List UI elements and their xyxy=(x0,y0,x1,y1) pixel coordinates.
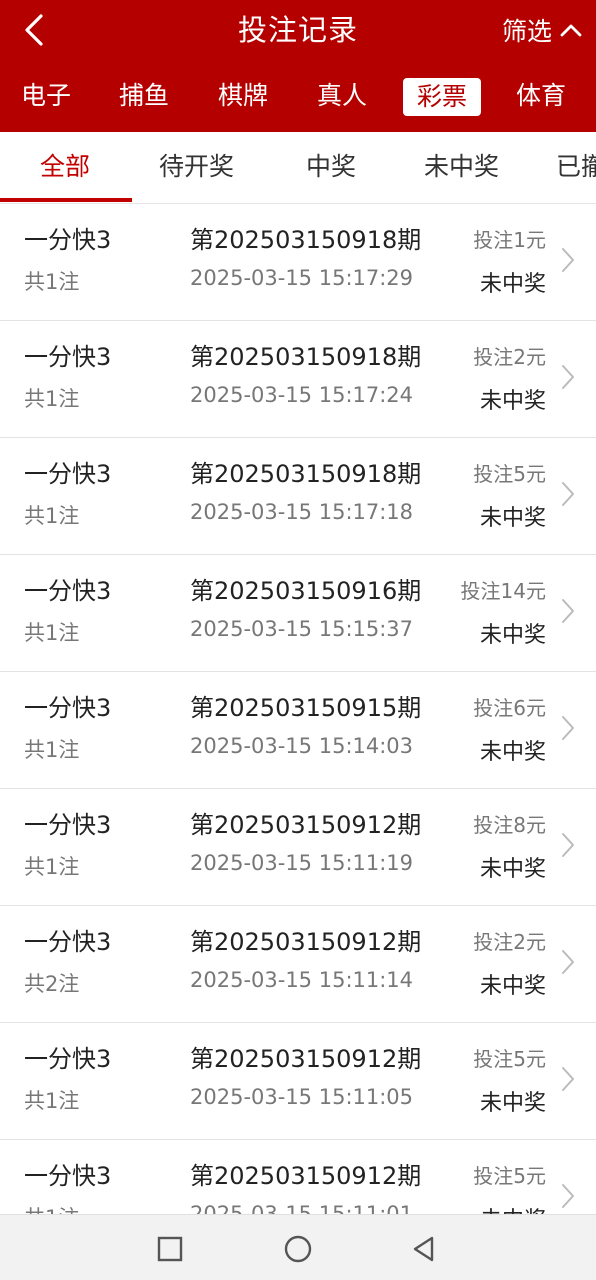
bet-amount: 投注5元 xyxy=(473,1047,546,1071)
category-lottery[interactable]: 彩票 xyxy=(403,78,481,116)
chevron-up-icon xyxy=(560,24,582,37)
record-row[interactable]: 一分快3 共1注 第202503150915期 2025-03-15 15:14… xyxy=(0,672,596,789)
result-status: 未中奖 xyxy=(479,389,546,414)
bet-count: 共1注 xyxy=(24,621,80,645)
chevron-right-icon xyxy=(562,716,574,740)
result-status: 未中奖 xyxy=(479,1091,546,1116)
game-name: 一分快3 xyxy=(24,460,112,488)
bet-time: 2025-03-15 15:11:14 xyxy=(190,968,414,992)
bet-amount: 投注1元 xyxy=(473,228,546,252)
bet-count: 共2注 xyxy=(24,972,80,996)
chevron-right-icon xyxy=(562,1067,574,1091)
filter-button[interactable]: 筛选 xyxy=(502,8,582,52)
game-name: 一分快3 xyxy=(24,811,112,839)
record-list: 一分快3 共1注 第202503150918期 2025-03-15 15:17… xyxy=(0,204,596,1214)
chevron-right-icon xyxy=(562,365,574,389)
bet-amount: 投注5元 xyxy=(473,462,546,486)
bet-time: 2025-03-15 15:15:37 xyxy=(190,617,414,641)
tab-all[interactable]: 全部 xyxy=(40,132,90,202)
bet-amount: 投注2元 xyxy=(473,930,546,954)
result-status: 未中奖 xyxy=(479,272,546,297)
bet-amount: 投注14元 xyxy=(460,579,546,603)
record-row[interactable]: 一分快3 共1注 第202503150912期 2025-03-15 15:11… xyxy=(0,1023,596,1140)
record-row[interactable]: 一分快3 共1注 第202503150918期 2025-03-15 15:17… xyxy=(0,204,596,321)
system-navigation-bar xyxy=(0,1214,596,1280)
record-row[interactable]: 一分快3 共2注 第202503150912期 2025-03-15 15:11… xyxy=(0,906,596,1023)
chevron-right-icon xyxy=(562,1184,574,1208)
chevron-right-icon xyxy=(562,248,574,272)
game-name: 一分快3 xyxy=(24,226,112,254)
result-status: 未中奖 xyxy=(480,1202,546,1214)
issue-number: 第202503150912期 xyxy=(190,1045,422,1073)
record-row[interactable]: 一分快3 共1注 第202503150916期 2025-03-15 15:15… xyxy=(0,555,596,672)
issue-number: 第202503150915期 xyxy=(190,694,422,722)
bet-amount: 投注8元 xyxy=(473,813,546,837)
status-tabs: 全部 待开奖 中奖 未中奖 已撤 xyxy=(0,132,596,204)
game-name: 一分快3 xyxy=(24,928,112,956)
result-status: 未中奖 xyxy=(479,740,546,765)
bet-time: 2025-03-15 15:11:19 xyxy=(190,851,414,875)
game-name: 一分快3 xyxy=(24,1162,112,1190)
category-chess-cards[interactable]: 棋牌 xyxy=(215,76,271,116)
result-status: 未中奖 xyxy=(479,974,546,999)
active-tab-indicator xyxy=(0,198,132,202)
bet-amount: 投注5元 xyxy=(473,1164,546,1188)
filter-label: 筛选 xyxy=(501,17,552,46)
issue-number: 第202503150918期 xyxy=(190,460,422,488)
issue-number: 第202503150918期 xyxy=(190,343,422,371)
issue-number: 第202503150912期 xyxy=(190,811,422,839)
category-bar: 电子 捕鱼 棋牌 真人 彩票 体育 xyxy=(0,76,596,120)
record-row[interactable]: 一分快3 共1注 第202503150918期 2025-03-15 15:17… xyxy=(0,438,596,555)
chevron-right-icon xyxy=(562,482,574,506)
bet-amount: 投注6元 xyxy=(473,696,546,720)
chevron-right-icon xyxy=(562,950,574,974)
result-status: 未中奖 xyxy=(479,623,546,648)
bet-count: 共1注 xyxy=(24,504,80,528)
bet-time: 2025-03-15 15:11:01 xyxy=(190,1202,414,1214)
chevron-right-icon xyxy=(562,833,574,857)
nav-back-button[interactable] xyxy=(404,1229,444,1269)
record-row[interactable]: 一分快3 共1注 第202503150912期 2025-03-15 15:11… xyxy=(0,1140,596,1214)
tab-lost[interactable]: 未中奖 xyxy=(424,132,499,202)
game-name: 一分快3 xyxy=(24,1045,112,1073)
home-button[interactable] xyxy=(278,1229,318,1269)
category-sports[interactable]: 体育 xyxy=(513,76,569,116)
tab-won[interactable]: 中奖 xyxy=(306,132,356,202)
issue-number: 第202503150912期 xyxy=(190,928,422,956)
tab-pending[interactable]: 待开奖 xyxy=(159,132,234,202)
app-header: 投注记录 筛选 电子 捕鱼 棋牌 真人 彩票 体育 xyxy=(0,0,596,132)
category-electronic[interactable]: 电子 xyxy=(18,76,74,116)
bet-count: 共1注 xyxy=(24,855,80,879)
tab-cancelled[interactable]: 已撤 xyxy=(556,132,596,202)
bet-count: 共1注 xyxy=(24,1089,80,1113)
result-status: 未中奖 xyxy=(479,857,546,882)
triangle-back-icon xyxy=(413,1236,434,1262)
category-fishing[interactable]: 捕鱼 xyxy=(116,76,172,116)
game-name: 一分快3 xyxy=(24,343,112,371)
result-status: 未中奖 xyxy=(479,506,546,531)
bet-time: 2025-03-15 15:14:03 xyxy=(190,734,414,758)
record-row[interactable]: 一分快3 共1注 第202503150912期 2025-03-15 15:11… xyxy=(0,789,596,906)
issue-number: 第202503150916期 xyxy=(190,577,422,605)
chevron-right-icon xyxy=(562,599,574,623)
title-bar: 投注记录 筛选 xyxy=(0,0,596,60)
bet-count: 共1注 xyxy=(24,270,80,294)
record-row[interactable]: 一分快3 共1注 第202503150918期 2025-03-15 15:17… xyxy=(0,321,596,438)
bet-count: 共1注 xyxy=(24,1202,79,1214)
bet-time: 2025-03-15 15:17:18 xyxy=(190,500,414,524)
bet-time: 2025-03-15 15:11:05 xyxy=(190,1085,414,1109)
game-name: 一分快3 xyxy=(24,694,112,722)
game-name: 一分快3 xyxy=(24,577,112,605)
bet-amount: 投注2元 xyxy=(473,345,546,369)
issue-number: 第202503150912期 xyxy=(190,1162,422,1190)
bet-time: 2025-03-15 15:17:29 xyxy=(190,266,414,290)
circle-icon xyxy=(284,1235,312,1263)
category-live[interactable]: 真人 xyxy=(314,76,370,116)
bet-count: 共1注 xyxy=(24,387,80,411)
bet-count: 共1注 xyxy=(24,738,80,762)
bet-time: 2025-03-15 15:17:24 xyxy=(190,383,414,407)
recent-apps-button[interactable] xyxy=(150,1229,190,1269)
square-icon xyxy=(157,1236,183,1262)
issue-number: 第202503150918期 xyxy=(190,226,422,254)
